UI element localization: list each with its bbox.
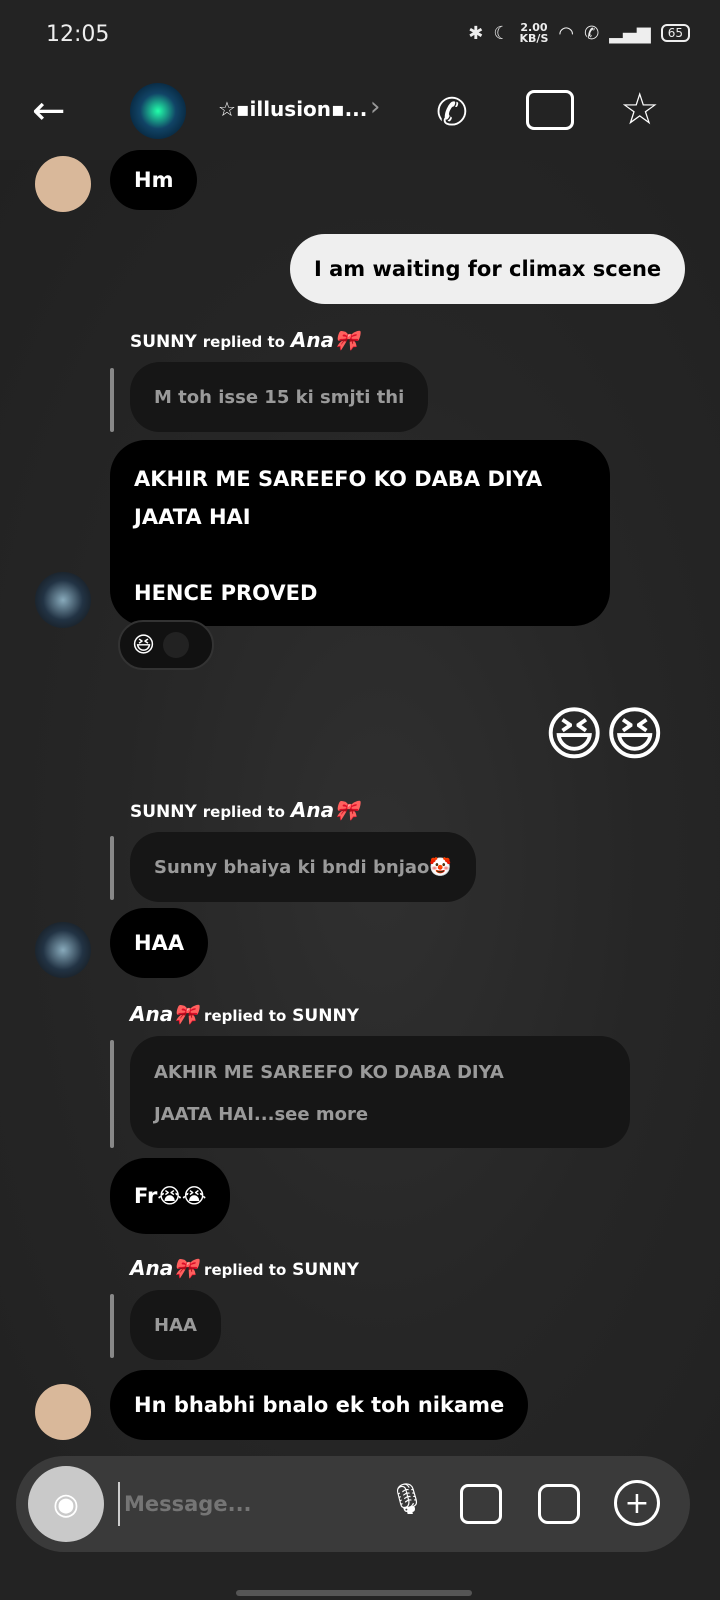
sender-avatar-sunny[interactable]: [35, 572, 91, 628]
signal-icon: ▂▄▆: [609, 22, 651, 44]
quote-line: AKHIR ME SAREEFO KO DABA DIYA: [154, 1062, 504, 1083]
microphone-icon[interactable]: 🎙︎: [388, 1482, 426, 1517]
sticker-icon[interactable]: [538, 1484, 580, 1524]
message-bubble[interactable]: AKHIR ME SAREEFO KO DABA DIYA JAATA HAI …: [110, 440, 610, 626]
message-bubble[interactable]: HAA: [110, 908, 209, 978]
net-speed-unit: KB/S: [519, 32, 549, 45]
reply-label: Ana🎀 replied to SUNNY: [130, 1256, 359, 1280]
reply-from: Ana🎀: [130, 1002, 199, 1026]
sender-avatar-sunny[interactable]: [35, 922, 91, 978]
moon-icon: ☾: [493, 22, 510, 44]
gallery-icon[interactable]: [460, 1484, 502, 1524]
wifi-icon: ◠: [558, 22, 575, 44]
emoji-message[interactable]: 😆😆: [544, 700, 665, 768]
reply-label: SUNNY replied to Ana🎀: [130, 798, 359, 822]
message-bubble-mine[interactable]: I am waiting for climax scene: [290, 234, 686, 304]
reactor-avatar: [162, 632, 189, 658]
reply-to: SUNNY: [292, 1006, 359, 1026]
reply-text: replied to: [202, 333, 285, 351]
chat-header: ← ☆▪illusion▪... › ✆ ☆: [0, 80, 720, 150]
reply-from: SUNNY: [130, 802, 197, 822]
sender-avatar-ana[interactable]: [35, 1384, 91, 1440]
chat-background: [0, 160, 720, 1480]
reply-bar: [110, 368, 114, 432]
chevron-right-icon[interactable]: ›: [370, 92, 380, 122]
status-icons: ✱ ☾ 2.00 KB/S ◠ ✆ ▂▄▆ 65: [468, 22, 690, 44]
reply-label: Ana🎀 replied to SUNNY: [130, 1002, 359, 1026]
camera-icon: ◉: [52, 1486, 80, 1522]
message-bubble[interactable]: Fr😭😭: [110, 1158, 231, 1234]
quoted-message[interactable]: AKHIR ME SAREEFO KO DABA DIYA JAATA HAI.…: [130, 1036, 630, 1148]
message-line: HENCE PROVED: [134, 581, 318, 605]
wifi-call-icon: ✆: [584, 22, 600, 44]
bluetooth-icon: ✱: [468, 22, 484, 44]
reaction-emoji: 😆: [132, 632, 155, 658]
reply-bar: [110, 1040, 114, 1148]
reply-label: SUNNY replied to Ana🎀: [130, 328, 359, 352]
quoted-message[interactable]: HAA: [130, 1290, 221, 1360]
reply-to: Ana🎀: [290, 328, 359, 352]
message-line: JAATA HAI: [134, 505, 251, 529]
battery-indicator: 65: [660, 24, 690, 42]
reply-from: SUNNY: [130, 332, 197, 352]
video-call-icon[interactable]: [526, 90, 574, 130]
reply-bar: [110, 1294, 114, 1358]
camera-button[interactable]: ◉: [28, 1466, 104, 1542]
reply-to: SUNNY: [292, 1260, 359, 1280]
phone-call-icon[interactable]: ✆: [436, 90, 468, 134]
message-input[interactable]: [118, 1482, 368, 1526]
group-avatar[interactable]: [130, 83, 186, 139]
status-time: 12:05: [46, 22, 110, 47]
message-bubble[interactable]: Hn bhabhi bnalo ek toh nikame: [110, 1370, 529, 1440]
reply-text: replied to: [204, 1261, 287, 1279]
home-indicator[interactable]: [236, 1590, 472, 1596]
message-line: AKHIR ME SAREEFO KO DABA DIYA: [134, 467, 543, 491]
back-arrow-icon[interactable]: ←: [32, 88, 66, 134]
chat-title[interactable]: ☆▪illusion▪...: [218, 97, 367, 121]
add-icon[interactable]: +: [614, 1480, 660, 1526]
message-bubble[interactable]: Hm: [110, 150, 198, 210]
reply-from: Ana🎀: [130, 1256, 199, 1280]
reply-to: Ana🎀: [290, 798, 359, 822]
quoted-message[interactable]: M toh isse 15 ki smjti thi: [130, 362, 429, 432]
reply-text: replied to: [202, 803, 285, 821]
quoted-message[interactable]: Sunny bhaiya ki bndi bnjao🤡: [130, 832, 476, 902]
reaction-pill[interactable]: 😆: [118, 620, 214, 670]
reply-text: replied to: [204, 1007, 287, 1025]
net-speed: 2.00 KB/S: [520, 22, 549, 44]
star-icon[interactable]: ☆: [620, 84, 659, 135]
reply-bar: [110, 836, 114, 900]
sender-avatar-ana[interactable]: [35, 156, 91, 212]
quote-line: JAATA HAI...see more: [154, 1104, 369, 1125]
